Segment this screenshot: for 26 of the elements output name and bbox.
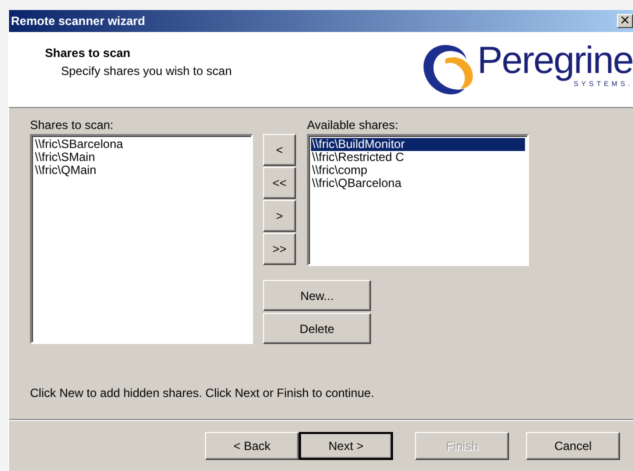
- nav-button[interactable]: < Back: [205, 432, 299, 460]
- page-subtitle: Specify shares you wish to scan: [61, 64, 232, 78]
- list-item[interactable]: \\fric\QMain: [34, 164, 249, 177]
- nav-button[interactable]: Cancel: [526, 432, 620, 460]
- list-label: Available shares:: [307, 118, 400, 132]
- move-button[interactable]: >>: [263, 233, 296, 265]
- list-item[interactable]: \\fric\Restricted C: [311, 151, 525, 164]
- list-box[interactable]: \\fric\SBarcelona \\fric\SMain \\fric\QMain: [30, 134, 253, 344]
- list-item[interactable]: \\fric\SBarcelona: [34, 138, 249, 151]
- share-button[interactable]: New...: [263, 280, 371, 311]
- move-button[interactable]: >: [263, 200, 296, 232]
- move-button[interactable]: <: [263, 134, 296, 166]
- nav-button[interactable]: Next >: [299, 432, 393, 460]
- list-item[interactable]: \\fric\QBarcelona: [311, 177, 525, 190]
- share-button[interactable]: Delete: [263, 313, 371, 344]
- list-item[interactable]: \\fric\SMain: [34, 151, 249, 164]
- move-button[interactable]: <<: [263, 167, 296, 199]
- hint-text: Click New to add hidden shares. Click Next or Finish to continue.: [30, 386, 376, 400]
- logo-wordmark: Peregrine: [477, 43, 633, 79]
- list-box[interactable]: \\fric\BuildMonitor \\fric\Restricted C \\fric\comp \\fric\QBarcelona: [307, 134, 529, 266]
- page-title: Shares to scan: [45, 46, 132, 60]
- list-item[interactable]: \\fric\BuildMonitor: [311, 138, 525, 151]
- list-label: Shares to scan:: [30, 118, 114, 132]
- list-item[interactable]: \\fric\comp: [311, 164, 525, 177]
- close-button[interactable]: ×: [617, 14, 633, 28]
- window-title: Remote scanner wizard: [11, 14, 146, 28]
